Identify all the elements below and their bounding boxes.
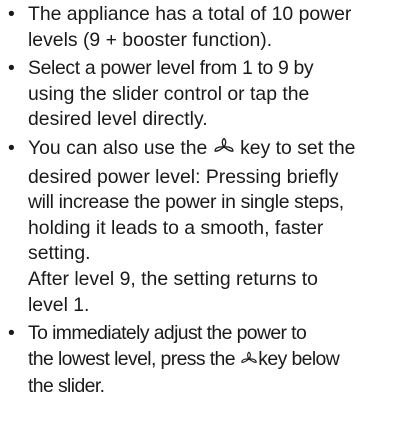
item-4-line-1: To immediately adjust the power to [28,322,307,345]
item-3-post-icon: key to set the [240,136,356,159]
item-4-post-icon: key below [258,347,340,370]
bullet-list: • The appliance has a total of 10 power … [0,2,416,400]
item-3-line-5: setting. [28,242,91,265]
item-2-line-3: desired level directly. [28,108,208,131]
bullet-marker: • [8,136,15,159]
list-item: • To immediately adjust the power to the… [0,321,416,400]
item-1-line-1: The appliance has a total of 10 power [28,3,352,25]
list-item: • The appliance has a total of 10 power … [0,2,416,53]
item-4-pre-icon: the lowest level, press the [28,347,236,370]
item-3-line-7: level 1. [28,293,90,316]
fan-icon [240,349,258,375]
item-2-line-2: using the slider control or tap the [28,82,310,105]
item-3-pre-icon: You can also use the [28,136,208,159]
bullet-marker: • [8,57,15,80]
item-3-line-6: After level 9, the setting returns to [28,267,318,290]
fan-icon [213,137,235,165]
instruction-document: • The appliance has a total of 10 power … [0,0,416,400]
bullet-marker: • [8,3,15,25]
item-4-line-3: the slider. [28,375,105,398]
list-item: • Select a power level from 1 to 9 by us… [0,56,416,133]
bullet-marker: • [8,322,15,345]
item-2-line-1: Select a power level from 1 to 9 by [28,57,314,80]
list-item: • You can also use the key to set the de… [0,136,416,318]
item-3-line-4: holding it leads to a smooth, faster [28,216,324,239]
item-1-line-2: levels (9 + booster function). [28,28,273,51]
item-3-line-2: desired power level: Pressing briefly [28,165,339,188]
item-3-line-3: will increase the power in single steps, [28,191,344,214]
